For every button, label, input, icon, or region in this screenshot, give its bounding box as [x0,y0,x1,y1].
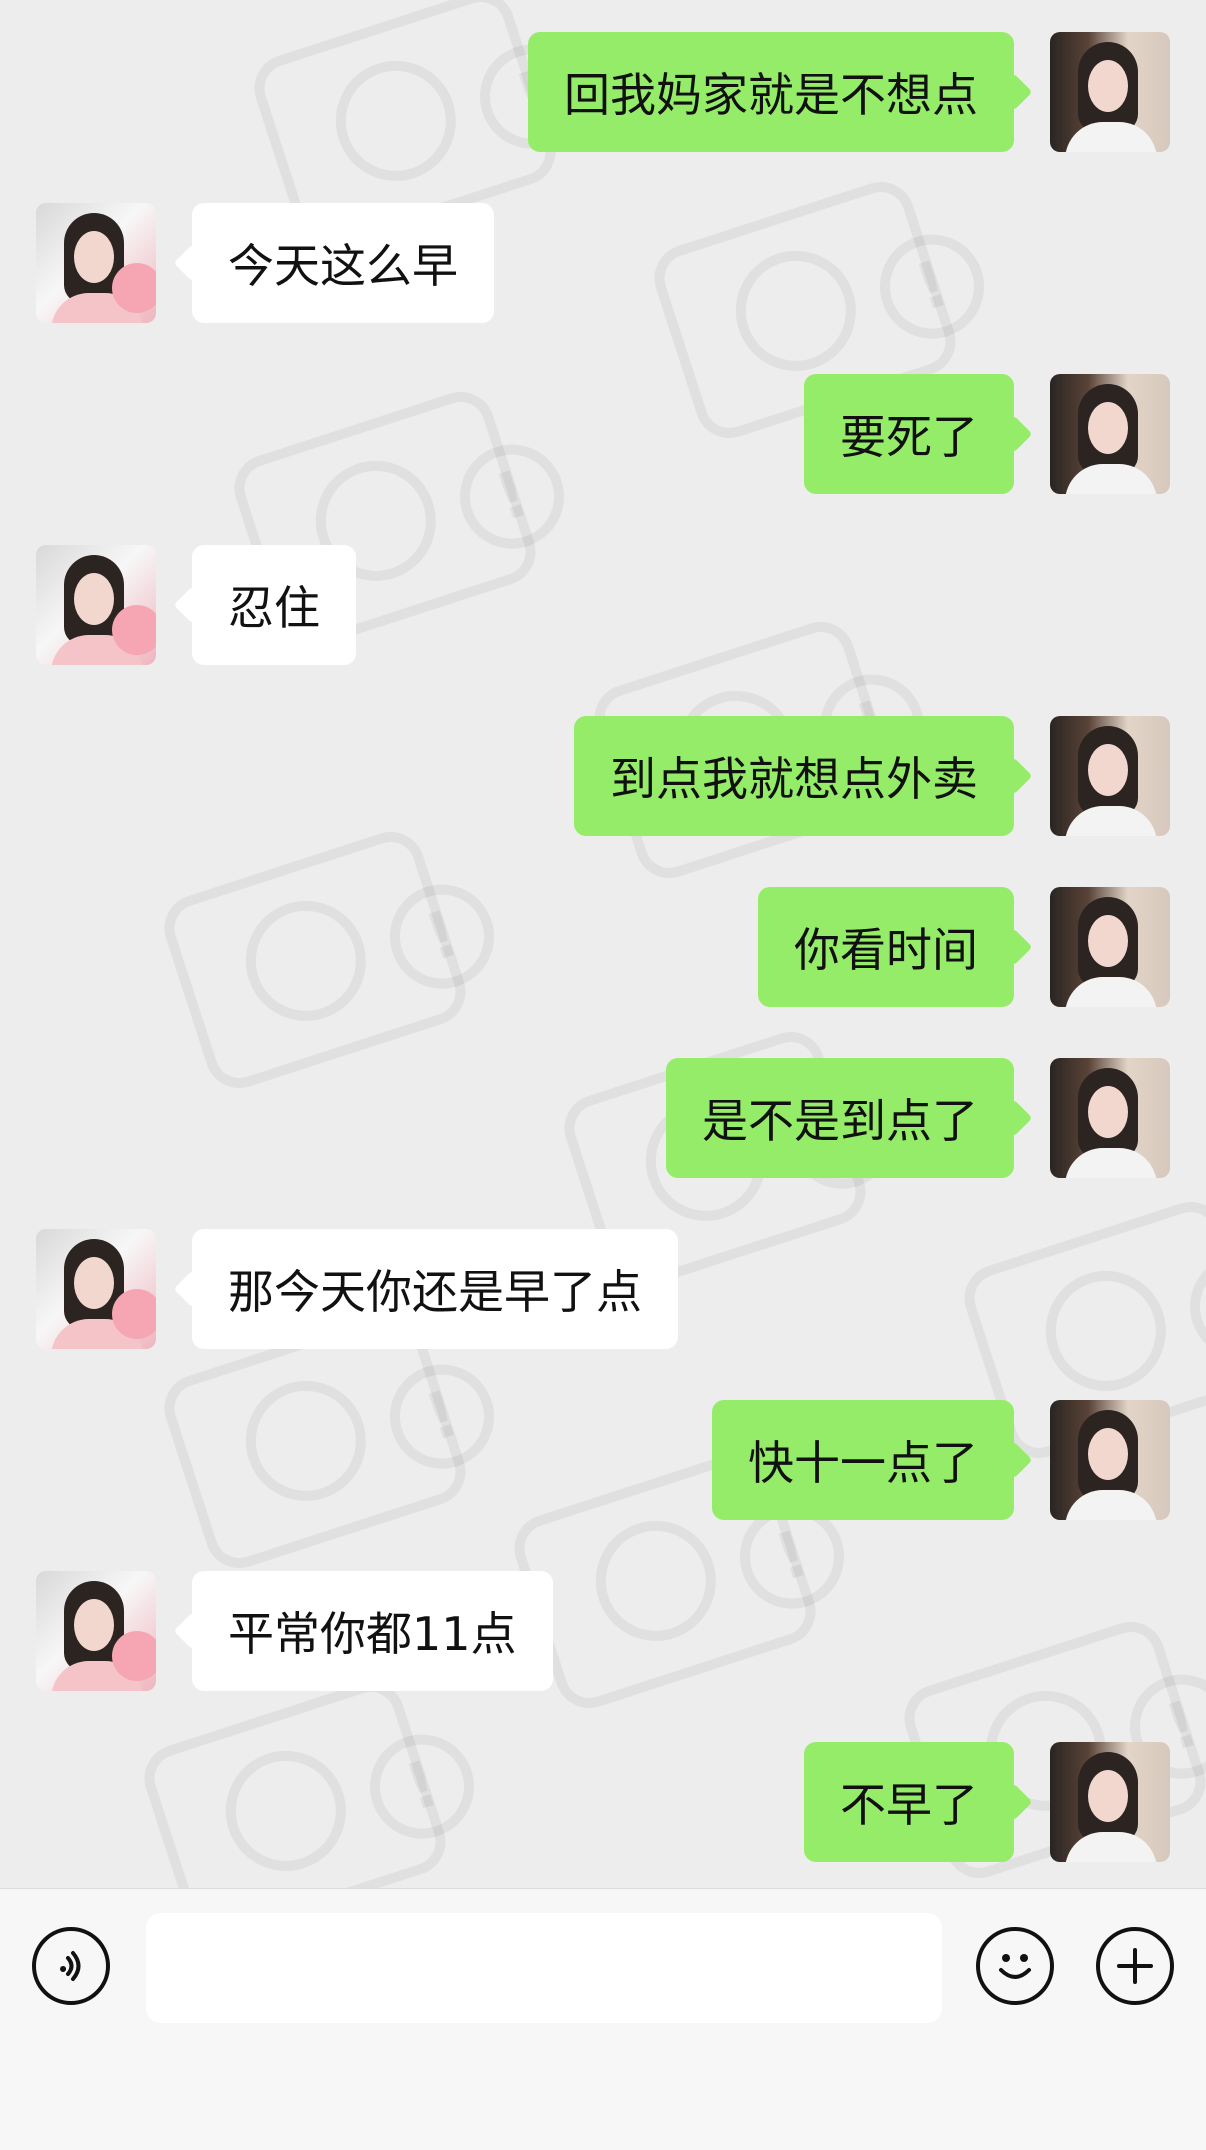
voice-input-button[interactable] [32,1927,110,2005]
received-message-bubble[interactable]: 忍住 [192,545,356,665]
sent-message-bubble[interactable]: 是不是到点了 [666,1058,1014,1178]
my-avatar[interactable] [1050,374,1170,494]
message-input-bar [0,1888,1206,2150]
sent-message-bubble[interactable]: 回我妈家就是不想点 [528,32,1014,152]
message-row: 要死了 [0,374,1206,494]
message-row: 你看时间 [0,887,1206,1007]
friend-avatar[interactable] [36,1229,156,1349]
friend-avatar[interactable] [36,203,156,323]
sent-message-bubble[interactable]: 到点我就想点外卖 [574,716,1014,836]
my-avatar[interactable] [1050,1400,1170,1520]
message-row: 快十一点了 [0,1400,1206,1520]
sent-message-bubble[interactable]: 快十一点了 [712,1400,1014,1520]
friend-avatar[interactable] [36,1571,156,1691]
my-avatar[interactable] [1050,887,1170,1007]
sent-message-bubble[interactable]: 不早了 [804,1742,1014,1862]
sent-message-bubble[interactable]: 你看时间 [758,887,1014,1007]
message-row: 到点我就想点外卖 [0,716,1206,836]
received-message-bubble[interactable]: 今天这么早 [192,203,494,323]
message-row: 平常你都11点 [0,1571,1206,1691]
message-text-input[interactable] [146,1913,942,2023]
my-avatar[interactable] [1050,1742,1170,1862]
sent-message-bubble[interactable]: 要死了 [804,374,1014,494]
my-avatar[interactable] [1050,716,1170,836]
message-row: 不早了 [0,1742,1206,1862]
received-message-bubble[interactable]: 平常你都11点 [192,1571,553,1691]
my-avatar[interactable] [1050,32,1170,152]
chat-area[interactable]: 回我妈家就是不想点 今天这么早 要死了 忍住 到点我就想点外卖 你看时间 是不是… [0,0,1206,1888]
message-row: 今天这么早 [0,203,1206,323]
message-row: 是不是到点了 [0,1058,1206,1178]
voice-icon [47,1942,95,1990]
message-row: 回我妈家就是不想点 [0,32,1206,152]
emoji-icon [984,1935,1046,1997]
received-message-bubble[interactable]: 那今天你还是早了点 [192,1229,678,1349]
message-row: 忍住 [0,545,1206,665]
emoji-button[interactable] [976,1927,1054,2005]
message-row: 那今天你还是早了点 [0,1229,1206,1349]
more-options-button[interactable] [1096,1927,1174,2005]
my-avatar[interactable] [1050,1058,1170,1178]
friend-avatar[interactable] [36,545,156,665]
plus-icon [1109,1940,1161,1992]
